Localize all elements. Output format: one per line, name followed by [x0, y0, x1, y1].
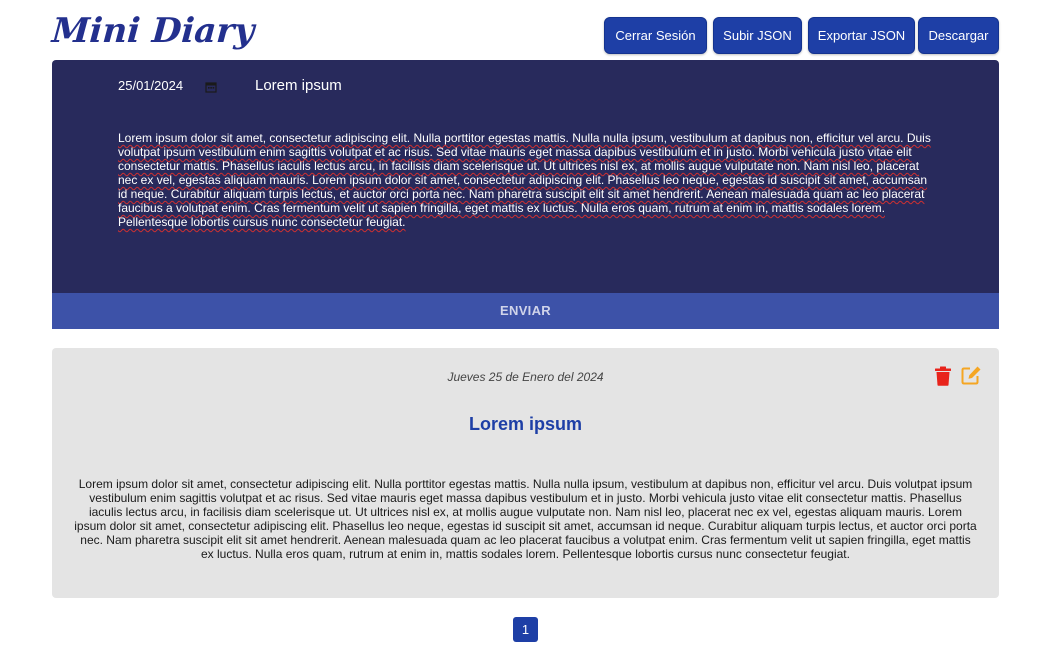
diary-entry-card: Jueves 25 de Enero del 2024 Lorem ipsum … — [52, 348, 999, 598]
body-textarea[interactable]: Lorem ipsum dolor sit amet, consectetur … — [118, 131, 938, 229]
app-logo: Mini Diary — [50, 11, 256, 51]
entry-title: Lorem ipsum — [468, 414, 583, 434]
entry-date: Jueves 25 de Enero del 2024 — [447, 370, 604, 384]
entry-body: Lorem ipsum dolor sit amet, consectetur … — [74, 477, 977, 561]
send-button[interactable]: ENVIAR — [52, 293, 999, 329]
edit-icon[interactable] — [961, 365, 982, 385]
calendar-icon[interactable] — [205, 80, 217, 93]
upload-json-button[interactable]: Subir JSON — [713, 17, 802, 54]
download-button[interactable]: Descargar — [918, 17, 999, 54]
title-input[interactable]: Lorem ipsum — [255, 76, 855, 96]
logout-button[interactable]: Cerrar Sesión — [604, 17, 707, 54]
entry-editor: 25/01/2024 Lorem ipsum Lorem ipsum dolor… — [52, 60, 999, 293]
pagination-page-button[interactable]: 1 — [513, 617, 538, 642]
trash-icon[interactable] — [934, 366, 952, 386]
export-json-button[interactable]: Exportar JSON — [808, 17, 915, 54]
